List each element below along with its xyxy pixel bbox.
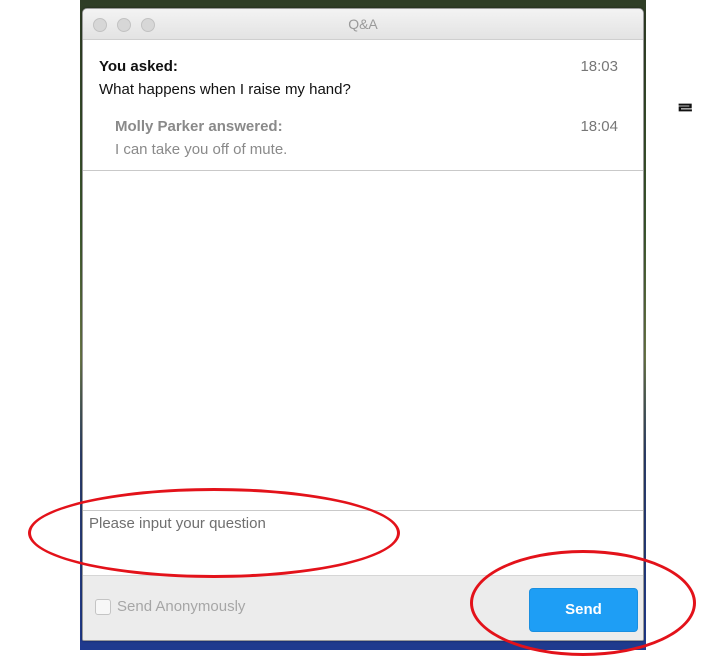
answer-timestamp: 18:04 <box>580 118 618 135</box>
answer-header: Molly Parker answered: <box>115 118 283 135</box>
question-header: You asked: <box>99 58 178 75</box>
send-button[interactable]: Send <box>529 588 638 632</box>
qa-window: Q&A You asked: 18:03 What happens when I… <box>82 8 644 641</box>
question-timestamp: 18:03 <box>580 58 618 75</box>
question-text: What happens when I raise my hand? <box>99 81 351 98</box>
send-anonymously-checkbox[interactable] <box>95 598 111 615</box>
qa-message-list: You asked: 18:03 What happens when I rai… <box>83 40 643 171</box>
send-anonymously-option[interactable]: Send Anonymously <box>95 598 245 615</box>
message-area-empty <box>83 171 643 511</box>
footer-bar: Send Anonymously Send <box>83 575 643 640</box>
title-bar[interactable]: Q&A <box>83 9 643 40</box>
send-anonymously-label: Send Anonymously <box>117 598 246 615</box>
answer-text: I can take you off of mute. <box>115 141 288 158</box>
question-input[interactable] <box>89 515 629 565</box>
partial-background-text: ᄅ <box>676 100 695 124</box>
window-title: Q&A <box>348 16 378 32</box>
question-input-area <box>83 510 643 575</box>
